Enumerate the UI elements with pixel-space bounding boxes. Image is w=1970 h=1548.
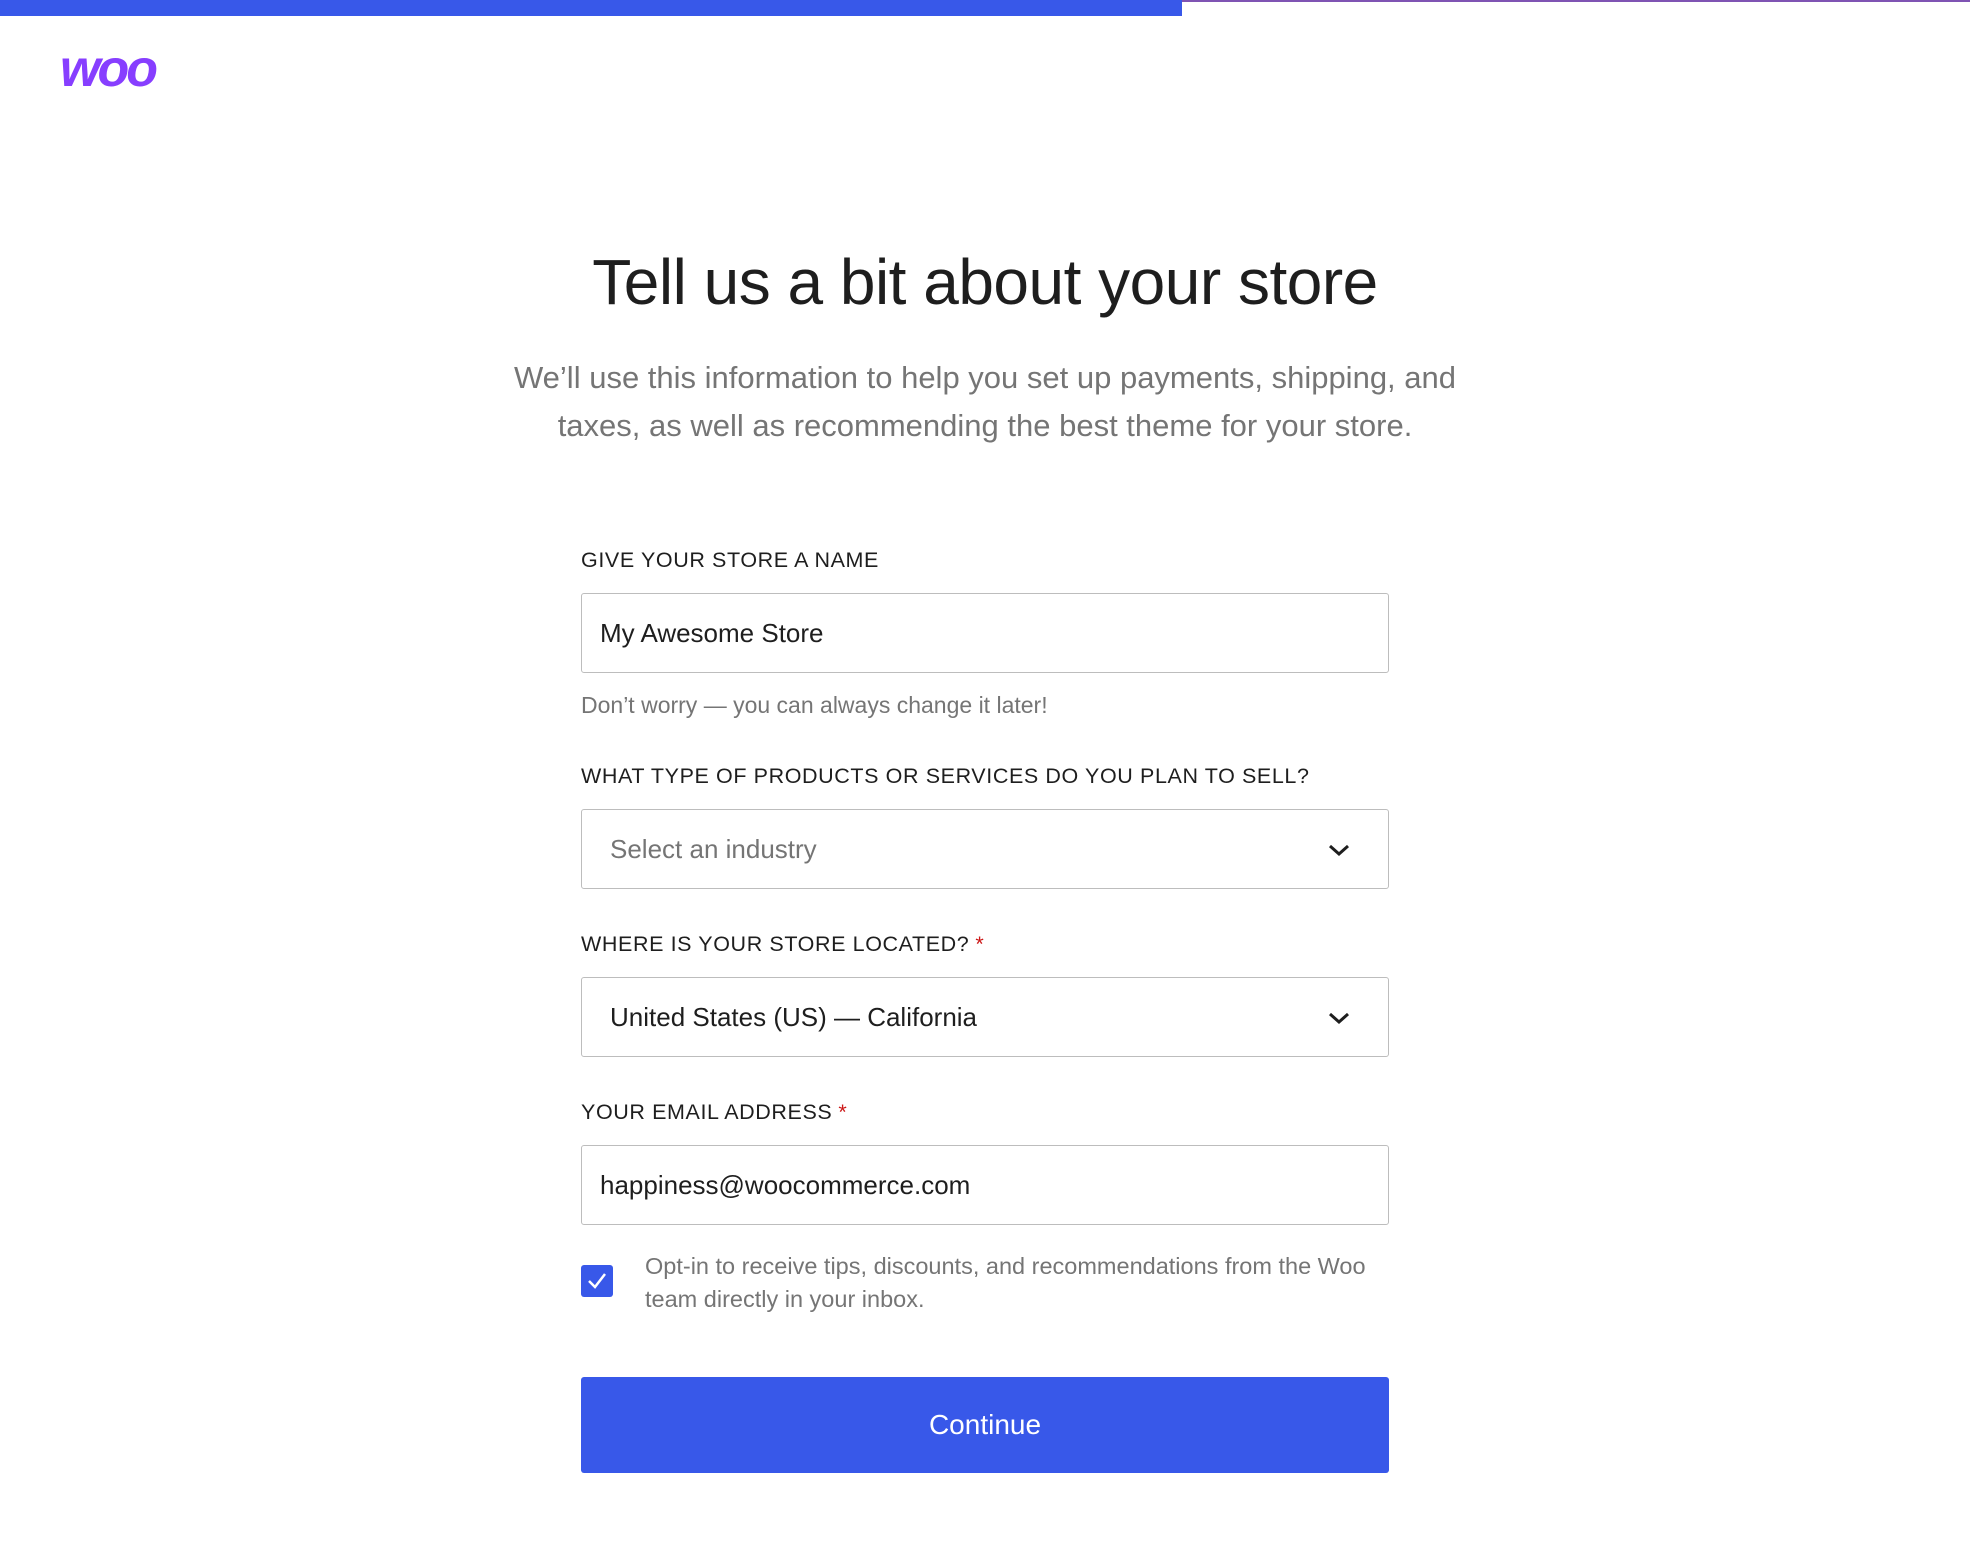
email-label-text: YOUR EMAIL ADDRESS [581,1100,833,1124]
industry-select[interactable]: Select an industry [581,809,1389,889]
page-title: Tell us a bit about your store [592,246,1378,318]
email-label: YOUR EMAIL ADDRESS * [581,1100,847,1125]
progress-track [0,0,1970,16]
email-input[interactable]: happiness@woocommerce.com [581,1145,1389,1225]
checkmark-icon [588,1273,606,1289]
svg-text:woo: woo [60,52,157,92]
industry-placeholder: Select an industry [610,833,817,864]
location-select[interactable]: United States (US) — California [581,977,1389,1057]
optin-checkbox[interactable] [581,1265,613,1297]
store-name-input[interactable]: My Awesome Store [581,593,1389,673]
store-name-label: GIVE YOUR STORE A NAME [581,548,879,572]
email-value: happiness@woocommerce.com [600,1169,971,1200]
optin-label: Opt-in to receive tips, discounts, and r… [645,1253,1366,1312]
industry-label: WHAT TYPE OF PRODUCTS OR SERVICES DO YOU… [581,764,1310,788]
page-subtitle: We’ll use this information to help you s… [513,360,1457,443]
location-value: United States (US) — California [610,1001,978,1032]
continue-button[interactable]: Continue [581,1377,1389,1473]
store-name-help-text: Don’t worry — you can always change it l… [581,692,1048,718]
required-marker: * [975,932,985,956]
setup-page: woo Tell us a bit about your store We’ll… [0,0,1970,1548]
chevron-down-icon [1329,844,1349,857]
store-name-value: My Awesome Store [600,617,824,648]
chevron-down-icon [1329,1012,1349,1025]
progress-fill [0,0,1182,16]
location-label: WHERE IS YOUR STORE LOCATED? * [581,932,984,957]
required-marker: * [838,1100,848,1124]
woo-logo: woo [60,52,160,92]
location-label-text: WHERE IS YOUR STORE LOCATED? [581,932,970,956]
